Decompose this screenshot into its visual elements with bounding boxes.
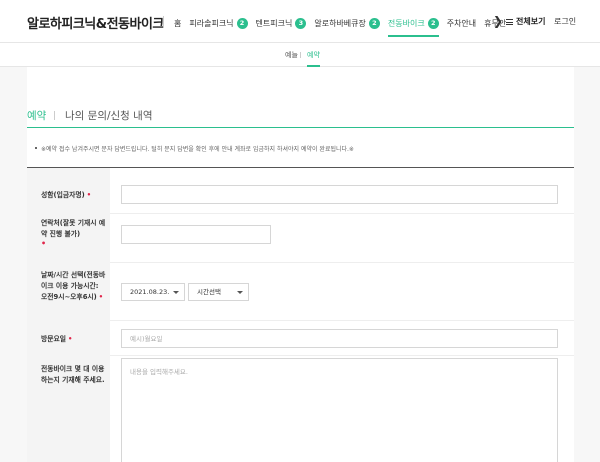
nav-item-label: 텐트피크닉 bbox=[255, 18, 293, 28]
required-mark: • bbox=[98, 293, 104, 301]
reservation-tabs: 예약 나의 문의/신청 내역 bbox=[27, 108, 574, 128]
nav-item-bbq[interactable]: 알로하바베큐장 2 bbox=[314, 15, 380, 31]
usage-label-text: 전동바이크 몇 대 이용하는지 기재해 주세요. bbox=[41, 365, 105, 384]
tab-my-inquiries[interactable]: 나의 문의/신청 내역 bbox=[65, 108, 153, 123]
date-select-value: 2021.08.23. bbox=[130, 288, 170, 296]
chevron-down-icon bbox=[173, 291, 179, 294]
tab-reservation[interactable]: 예약 bbox=[27, 108, 46, 123]
menu-all-label: 전체보기 bbox=[516, 17, 546, 26]
site-header: 알로하피크닉&전동바이크 홈 피라솔피크닉 2 텐트피크닉 3 알로하바베큐장 … bbox=[0, 0, 600, 42]
count-badge: 2 bbox=[427, 17, 439, 29]
nav-item-label: 주차안내 bbox=[446, 18, 477, 28]
row-divider bbox=[110, 262, 574, 263]
name-label: 성함(입금자명) • bbox=[41, 190, 107, 201]
site-logo[interactable]: 알로하피크닉&전동바이크 bbox=[27, 13, 164, 32]
subnav-item-info[interactable]: 예늘 bbox=[285, 50, 298, 60]
name-input[interactable] bbox=[121, 185, 558, 204]
nav-item-parking[interactable]: 주차안내 bbox=[447, 15, 476, 31]
nav-item-home[interactable]: 홈 bbox=[174, 15, 181, 31]
main-nav: 홈 피라솔피크닉 2 텐트피크닉 3 알로하바베큐장 2 전동바이크 2 주차안… bbox=[174, 15, 514, 37]
required-mark: • bbox=[41, 239, 47, 248]
sub-nav: 예늘 예약 bbox=[0, 42, 600, 67]
row-divider bbox=[110, 213, 574, 214]
count-badge: 2 bbox=[236, 17, 248, 29]
nav-item-electric-bike[interactable]: 전동바이크 2 bbox=[387, 15, 439, 37]
nav-item-tent-picnic[interactable]: 텐트피크닉 3 bbox=[256, 15, 307, 31]
nav-item-label: 알로하바베큐장 bbox=[314, 18, 366, 28]
weekday-label-text: 방문요일 bbox=[41, 335, 67, 343]
chevron-right-icon[interactable]: ❯ bbox=[493, 14, 503, 28]
required-mark: • bbox=[86, 191, 92, 199]
subnav-item-reservation[interactable]: 예약 bbox=[307, 50, 320, 67]
count-badge: 3 bbox=[295, 17, 307, 29]
time-select-value: 시간선택 bbox=[197, 288, 221, 296]
usage-textarea[interactable] bbox=[121, 358, 558, 462]
date-select[interactable]: 2021.08.23. bbox=[121, 283, 185, 301]
tab-divider bbox=[54, 111, 55, 120]
weekday-label: 방문요일 • bbox=[41, 334, 107, 345]
contact-label: 연락처(잘못 기재시 예약 진행 불가) • bbox=[41, 218, 107, 248]
required-mark: • bbox=[68, 335, 73, 343]
weekday-input[interactable] bbox=[121, 329, 558, 348]
contact-input[interactable] bbox=[121, 225, 271, 244]
row-divider bbox=[110, 320, 574, 321]
login-link[interactable]: 로그인 bbox=[554, 16, 576, 27]
count-badge: 2 bbox=[368, 17, 380, 29]
chevron-down-icon bbox=[237, 291, 243, 294]
nav-item-label: 피라솔피크닉 bbox=[189, 18, 234, 28]
usage-label: 전동바이크 몇 대 이용하는지 기재해 주세요. bbox=[41, 364, 107, 386]
datetime-label-text: 날짜/시간 선택(전동바이크 이용 가능시간: 오전9시~오후6시) bbox=[41, 271, 106, 301]
name-label-text: 성함(입금자명) bbox=[41, 191, 85, 199]
nav-divider bbox=[163, 16, 164, 28]
nav-item-label: 홈 bbox=[174, 18, 182, 28]
time-select[interactable]: 시간선택 bbox=[188, 283, 249, 301]
reservation-form: 성함(입금자명) • 연락처(잘못 기재시 예약 진행 불가) • 날짜/시간 선… bbox=[27, 167, 574, 462]
nav-item-label: 전동바이크 bbox=[387, 18, 425, 28]
datetime-label: 날짜/시간 선택(전동바이크 이용 가능시간: 오전9시~오후6시) • bbox=[41, 270, 107, 303]
subnav-divider bbox=[300, 52, 301, 58]
row-divider bbox=[110, 355, 574, 356]
nav-item-parasol-picnic[interactable]: 피라솔피크닉 2 bbox=[189, 15, 248, 31]
menu-icon bbox=[506, 18, 513, 25]
contact-label-text: 연락처(잘못 기재시 예약 진행 불가) bbox=[41, 219, 106, 238]
notice-bullet bbox=[35, 147, 37, 149]
menu-all-button[interactable]: 전체보기 bbox=[506, 16, 545, 27]
notice-text: ※예약 접수 남겨주시면 문자 답변드립니다. 털히 문지 답변을 확인 후에 … bbox=[41, 146, 354, 153]
label-column bbox=[27, 168, 110, 462]
